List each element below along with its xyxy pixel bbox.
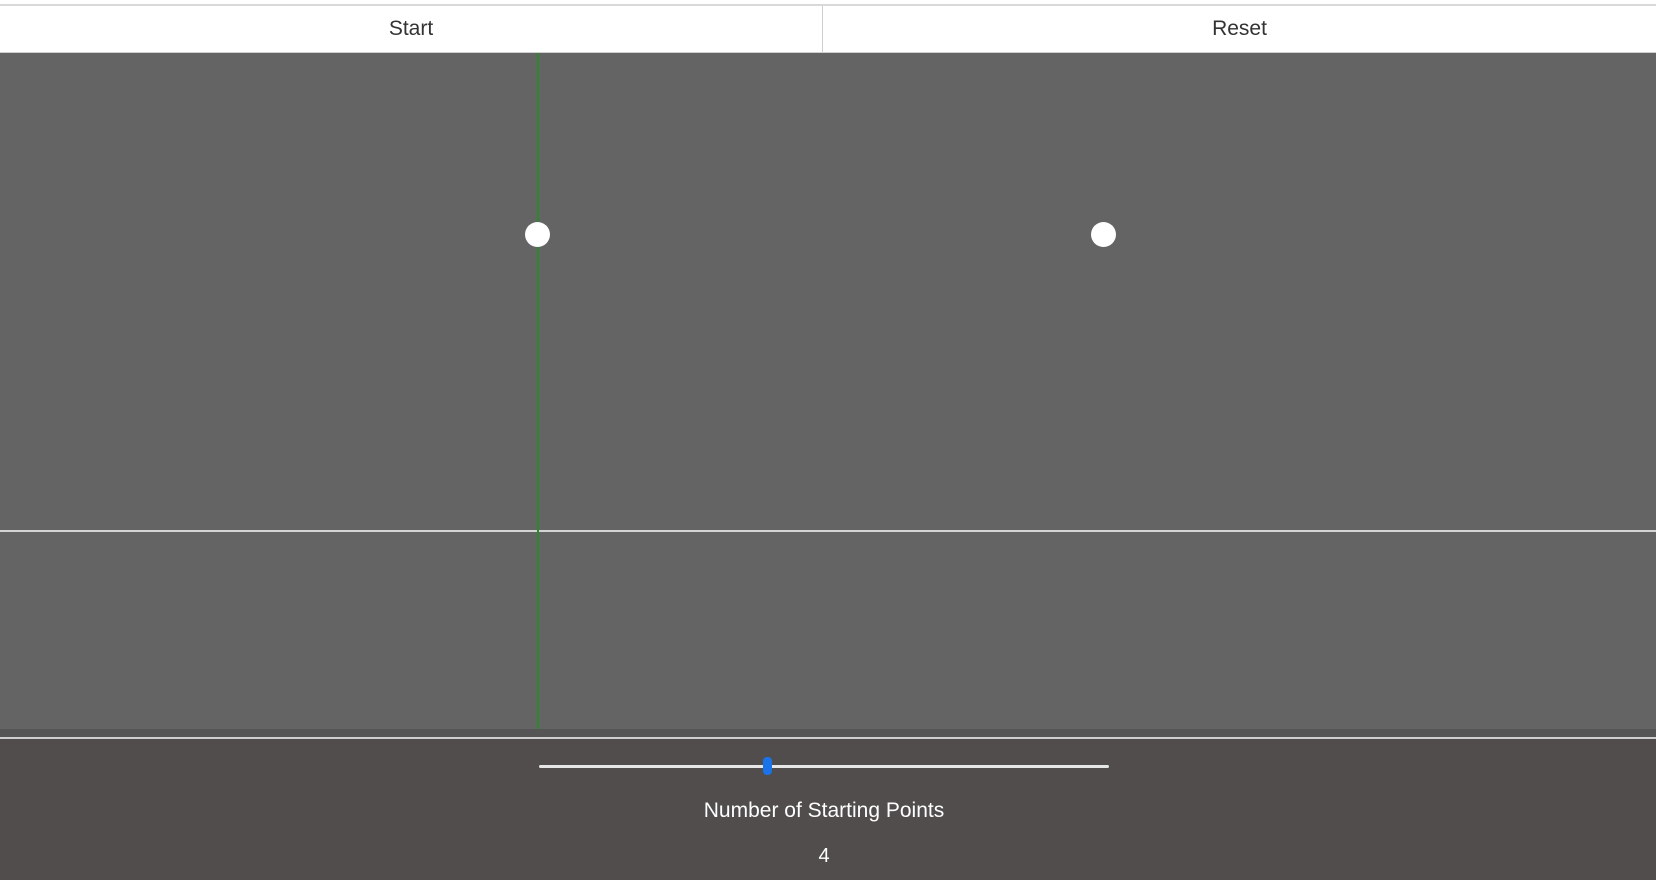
simulation-canvas[interactable] xyxy=(0,53,1656,729)
site-point[interactable] xyxy=(1091,222,1116,247)
slider-thumb[interactable] xyxy=(763,757,772,775)
sweep-line xyxy=(537,53,539,729)
slider-label: Number of Starting Points xyxy=(703,799,945,822)
reset-button[interactable]: Reset xyxy=(823,6,1656,52)
starting-points-slider[interactable] xyxy=(539,757,1109,775)
site-point[interactable] xyxy=(525,222,550,247)
horizontal-divider xyxy=(0,530,1656,532)
controls-panel: Number of Starting Points 4 xyxy=(0,739,1656,880)
start-button[interactable]: Start xyxy=(0,6,823,52)
slider-value: 4 xyxy=(818,845,830,867)
toolbar: Start Reset xyxy=(0,4,1656,53)
canvas-bottom-band xyxy=(0,729,1656,737)
